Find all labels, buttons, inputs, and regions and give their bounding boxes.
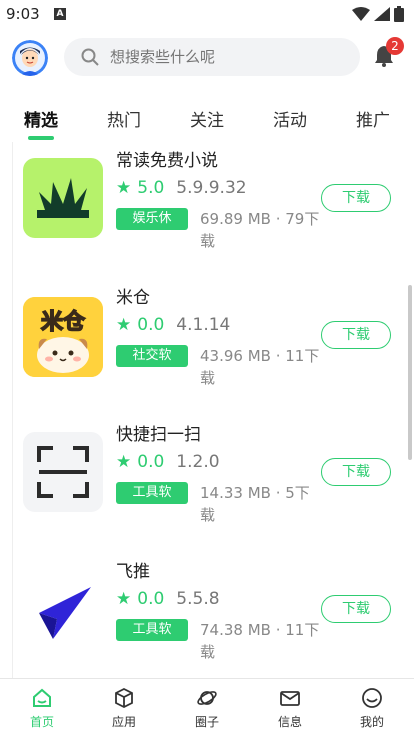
tab-activity[interactable]: 活动 xyxy=(273,106,307,131)
star-icon: ★ xyxy=(116,315,132,335)
smile-icon xyxy=(362,688,382,708)
nav-label: 信息 xyxy=(277,715,302,729)
app-icon-quickscan[interactable] xyxy=(23,432,103,512)
list-item[interactable]: 快捷扫一扫 ★ 0.0 1.2.0 工具软 14.33 MB · 5下载 下载 xyxy=(13,416,405,552)
app-score: 0.0 xyxy=(137,315,165,335)
nav-circle[interactable]: 圈子 xyxy=(177,687,237,730)
app-name: 快捷扫一扫 xyxy=(116,425,201,445)
category-tag: 工具软 xyxy=(116,619,188,641)
scrollbar[interactable] xyxy=(408,285,412,460)
app-rating: ★ 0.0 4.1.14 xyxy=(116,315,230,335)
status-time: 9:03 xyxy=(6,5,40,23)
avatar[interactable] xyxy=(12,40,48,76)
svg-text:米仓: 米仓 xyxy=(41,309,86,335)
category-tag: 社交软 xyxy=(116,345,188,367)
app-rating: ★ 0.0 5.5.8 xyxy=(116,589,220,609)
app-meta: 74.38 MB · 11下载 xyxy=(200,621,320,661)
nav-label: 圈子 xyxy=(194,715,219,729)
search-input[interactable] xyxy=(108,47,352,67)
app-icon-micang[interactable]: 米仓 xyxy=(23,297,103,377)
search-bar[interactable] xyxy=(64,38,360,76)
app-rating: ★ 5.0 5.9.9.32 xyxy=(116,178,247,198)
nav-apps[interactable]: 应用 xyxy=(94,687,154,730)
notification-a-icon: A xyxy=(54,8,66,20)
app-meta: 69.89 MB · 79下载 xyxy=(200,210,320,250)
battery-icon xyxy=(394,6,404,22)
app-meta: 43.96 MB · 11下载 xyxy=(200,347,320,387)
download-button[interactable]: 下载 xyxy=(321,458,391,486)
nav-label: 应用 xyxy=(111,715,136,729)
app-name: 常读免费小说 xyxy=(116,151,218,171)
planet-icon xyxy=(197,691,217,705)
tab-featured[interactable]: 精选 xyxy=(24,106,58,131)
mail-icon xyxy=(280,691,300,706)
app-name: 米仓 xyxy=(116,288,150,308)
download-button[interactable]: 下载 xyxy=(321,321,391,349)
home-icon xyxy=(33,688,51,707)
app-rating: ★ 0.0 1.2.0 xyxy=(116,452,220,472)
nav-mine[interactable]: 我的 xyxy=(342,687,402,730)
nav-label: 我的 xyxy=(359,715,384,729)
app-icon-changdu[interactable] xyxy=(23,158,103,238)
app-meta: 14.33 MB · 5下载 xyxy=(200,484,310,524)
app-icon-feitui[interactable] xyxy=(23,569,103,649)
cube-icon xyxy=(115,687,133,709)
app-list[interactable]: 常读免费小说 ★ 5.0 5.9.9.32 娱乐休 69.89 MB · 79下… xyxy=(12,142,413,678)
app-version: 4.1.14 xyxy=(176,315,231,335)
star-icon: ★ xyxy=(116,452,132,472)
app-version: 1.2.0 xyxy=(176,452,220,472)
download-button[interactable]: 下载 xyxy=(321,184,391,212)
nav-messages[interactable]: 信息 xyxy=(260,687,320,730)
nav-home[interactable]: 首页 xyxy=(12,687,72,730)
list-item[interactable]: 常读免费小说 ★ 5.0 5.9.9.32 娱乐休 69.89 MB · 79下… xyxy=(13,142,405,278)
app-version: 5.5.8 xyxy=(176,589,220,609)
wifi-icon xyxy=(352,7,370,21)
status-bar: 9:03 A xyxy=(0,0,414,30)
app-score: 0.0 xyxy=(137,589,165,609)
app-score: 5.0 xyxy=(137,178,165,198)
star-icon: ★ xyxy=(116,178,132,198)
star-icon: ★ xyxy=(116,589,132,609)
app-name: 飞推 xyxy=(116,562,150,582)
category-tabs: 精选 热门 关注 活动 推广 xyxy=(0,100,414,140)
bottom-nav: 首页 应用 圈子 信息 我的 xyxy=(0,678,414,737)
notification-badge: 2 xyxy=(386,37,404,55)
app-version: 5.9.9.32 xyxy=(176,178,247,198)
tab-hot[interactable]: 热门 xyxy=(107,106,141,131)
tab-promotion[interactable]: 推广 xyxy=(356,106,390,131)
list-item[interactable]: 米仓 米仓 ★ 0.0 4.1.14 社交软 43.96 MB · 11下载 下… xyxy=(13,279,405,415)
category-tag: 工具软 xyxy=(116,482,188,504)
nav-label: 首页 xyxy=(29,715,54,729)
status-icons xyxy=(352,6,404,22)
download-button[interactable]: 下载 xyxy=(321,595,391,623)
search-icon xyxy=(81,48,99,66)
active-tab-indicator xyxy=(28,136,54,140)
tab-follow[interactable]: 关注 xyxy=(190,106,224,131)
category-tag: 娱乐休 xyxy=(116,208,188,230)
app-score: 0.0 xyxy=(137,452,165,472)
signal-icon xyxy=(374,7,390,21)
list-item[interactable]: 飞推 ★ 0.0 5.5.8 工具软 74.38 MB · 11下载 下载 xyxy=(13,553,405,678)
